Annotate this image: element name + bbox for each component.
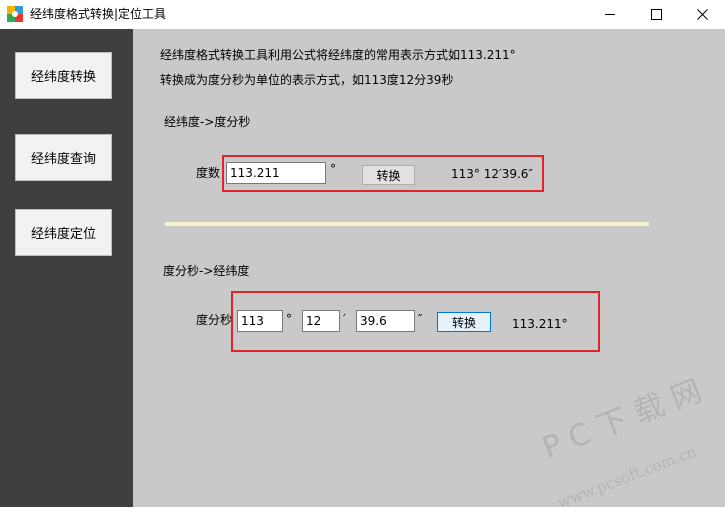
minute-symbol: ′ — [343, 312, 346, 326]
intro-text-line1: 经纬度格式转换工具利用公式将经纬度的常用表示方式如113.211° — [160, 48, 516, 62]
sidebar-item-query[interactable]: 经纬度查询 — [15, 134, 112, 181]
minutes-input[interactable]: 12 — [302, 310, 340, 332]
decimal-result: 113.211° — [512, 317, 568, 331]
degree-symbol: ° — [330, 162, 336, 176]
dms-result: 113° 12′39.6″ — [451, 167, 533, 181]
intro-text-line2: 转换成为度分秒为单位的表示方式，如113度12分39秒 — [160, 73, 454, 87]
maximize-button[interactable] — [633, 0, 679, 29]
section-divider — [165, 222, 649, 226]
close-icon — [696, 9, 708, 20]
minimize-button[interactable] — [587, 0, 633, 29]
app-icon — [7, 6, 23, 22]
degrees-input[interactable]: 113 — [237, 310, 283, 332]
second-symbol: ″ — [418, 312, 423, 326]
degree-symbol-2: ° — [286, 312, 292, 326]
close-button[interactable] — [679, 0, 725, 29]
sidebar-item-convert[interactable]: 经纬度转换 — [15, 52, 112, 99]
window-title: 经纬度格式转换|定位工具 — [30, 7, 167, 21]
section1-title: 经纬度->度分秒 — [164, 115, 251, 129]
sidebar-item-locate[interactable]: 经纬度定位 — [15, 209, 112, 256]
decimal-degrees-input[interactable]: 113.211 — [226, 162, 326, 184]
title-bar: 经纬度格式转换|定位工具 — [0, 0, 725, 29]
convert-to-dms-button[interactable]: 转换 — [362, 165, 415, 185]
sidebar: 经纬度转换 经纬度查询 经纬度定位 — [0, 29, 133, 507]
convert-to-decimal-button[interactable]: 转换 — [437, 312, 491, 332]
minimize-icon — [604, 14, 615, 15]
degrees-label: 度数 — [196, 166, 221, 180]
seconds-input[interactable]: 39.6 — [356, 310, 415, 332]
maximize-icon — [650, 9, 662, 20]
dms-label: 度分秒 — [196, 313, 233, 327]
section2-title: 度分秒->经纬度 — [163, 264, 250, 278]
